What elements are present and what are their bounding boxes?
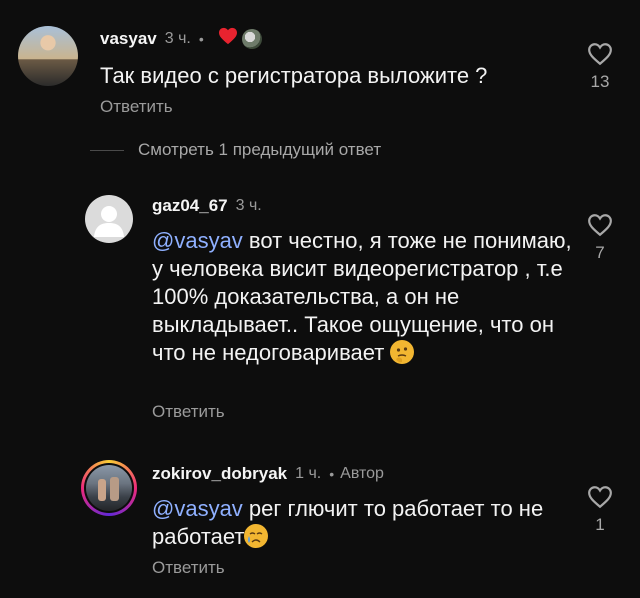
reactor-avatar xyxy=(241,28,262,49)
comment-zokirov_dobryak: zokirov_dobryak 1 ч. • Автор @vasyav рег… xyxy=(0,450,640,598)
reply-button[interactable]: Ответить xyxy=(100,97,173,117)
author-badge: Автор xyxy=(340,465,384,482)
timestamp: 1 ч. xyxy=(295,465,322,482)
heart-icon xyxy=(218,27,238,50)
like-button[interactable]: 1 xyxy=(580,485,620,535)
heart-outline-icon xyxy=(588,486,612,509)
like-button[interactable]: 13 xyxy=(580,42,620,92)
username[interactable]: vasyav xyxy=(100,29,157,49)
default-avatar-icon xyxy=(94,206,124,237)
comment-vasyav: vasyav 3 ч. • Так видео с регистратора в… xyxy=(0,0,640,135)
comment-text: @vasyav вот честно, я тоже не понимаю, у… xyxy=(152,227,572,367)
username[interactable]: gaz04_67 xyxy=(152,196,228,216)
like-count: 7 xyxy=(595,243,605,262)
comment-meta: gaz04_67 3 ч. xyxy=(152,196,262,216)
separator-dot: • xyxy=(198,30,204,47)
comment-text: Так видео с регистратора выложите ? xyxy=(100,63,488,88)
timestamp: 3 ч. xyxy=(164,29,191,47)
comment-gaz04_67: gaz04_67 3 ч. @vasyav вот честно, я тоже… xyxy=(0,185,640,435)
thinking-face-icon xyxy=(390,340,415,364)
like-count: 13 xyxy=(590,72,610,91)
avatar[interactable] xyxy=(85,195,133,243)
like-count: 1 xyxy=(595,515,605,534)
mention-link[interactable]: @vasyav xyxy=(152,496,243,521)
reply-button[interactable]: Ответить xyxy=(152,402,225,422)
reply-button[interactable]: Ответить xyxy=(152,558,225,578)
mention-link[interactable]: @vasyav xyxy=(152,228,243,253)
avatar xyxy=(86,465,132,511)
comment-meta: vasyav 3 ч. • xyxy=(100,27,262,50)
timestamp: 3 ч. xyxy=(235,197,262,214)
comment-meta: zokirov_dobryak 1 ч. • Автор xyxy=(152,464,384,484)
crying-face-icon xyxy=(244,524,269,548)
heart-outline-icon xyxy=(588,43,612,66)
avatar-story-ring[interactable] xyxy=(81,460,137,516)
divider xyxy=(90,149,124,151)
like-button[interactable]: 7 xyxy=(580,213,620,263)
avatar[interactable] xyxy=(18,26,78,86)
heart-outline-icon xyxy=(588,214,612,237)
username[interactable]: zokirov_dobryak xyxy=(152,464,287,484)
view-replies-button[interactable]: Смотреть 1 предыдущий ответ xyxy=(90,140,381,160)
comment-text: @vasyav рег глючит то работает то не раб… xyxy=(152,495,572,551)
separator-dot: • xyxy=(329,466,335,482)
view-replies-label: Смотреть 1 предыдущий ответ xyxy=(138,140,382,159)
